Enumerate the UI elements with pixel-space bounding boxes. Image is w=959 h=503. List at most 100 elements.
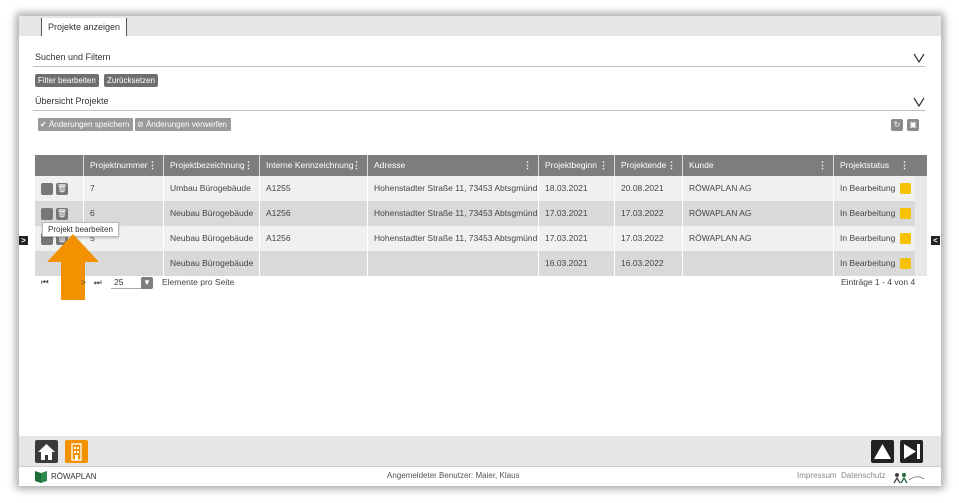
cell-projektbeginn: 16.03.2021 [538,251,614,276]
column-menu-icon[interactable]: ⋮ [148,155,157,176]
tab-bar: Projekte anzeigen [19,16,941,36]
table-row[interactable]: 🗑 5 Neubau Bürogebäude A1256 Hohenstadte… [35,226,915,251]
header-actions [35,155,83,176]
section-overview-title[interactable]: Übersicht Projekte [35,96,109,106]
grid-header: Projektnummer ⋮ Projektbezeichnung ⋮ Inter… [35,155,927,176]
header-kunde[interactable]: Kunde ⋮ [682,155,833,176]
header-interne-kennzeichnung[interactable]: Interne Kennzeichnung ⋮ [259,155,367,176]
skip-forward-icon[interactable] [900,440,923,463]
logged-in-user: Angemeldeter Benutzer: Maier, Klaus [387,471,520,480]
discard-changes-button[interactable]: ⊘ Änderungen verwerfen [135,118,231,131]
status-indicator [900,233,911,244]
header-projektnummer[interactable]: Projektnummer ⋮ [83,155,163,176]
edit-project-button[interactable] [41,208,53,220]
cell-projektstatus: In Bearbeitung [833,201,915,226]
header-projektbezeichnung[interactable]: Projektbezeichnung ⋮ [163,155,259,176]
cell-projektbezeichnung: Neubau Bürogebäude [163,201,259,226]
refresh-icon[interactable]: ↻ [891,119,903,131]
discard-changes-label: Änderungen verwerfen [145,120,227,129]
section-search-title[interactable]: Suchen und Filtern [35,52,111,62]
save-changes-label: Änderungen speichern [48,120,130,129]
entries-count: Einträge 1 - 4 von 4 [841,277,916,287]
cell-projektstatus: In Bearbeitung [833,226,915,251]
status-indicator [900,258,911,269]
header-projektstatus[interactable]: Projektstatus ⋮ [833,155,915,176]
trash-icon[interactable]: 🗑 [56,208,68,220]
cell-projektbeginn: 18.03.2021 [538,176,614,201]
column-menu-icon[interactable]: ⋮ [667,155,676,176]
chevron-down-icon[interactable] [913,96,925,108]
pager-next-icon[interactable]: > [81,277,86,287]
header-projektbeginn[interactable]: Projektbeginn ⋮ [538,155,614,176]
filter-edit-button[interactable]: Filter bearbeiten [35,74,99,87]
column-menu-icon[interactable]: ⋮ [818,155,827,176]
per-page-label: Elemente pro Seite [162,277,235,287]
filter-reset-button[interactable]: Zurücksetzen [104,74,159,87]
home-icon[interactable] [35,440,58,463]
column-menu-icon[interactable]: ⋮ [352,155,361,176]
datenschutz-link[interactable]: Datenschutz [841,471,885,480]
table-row[interactable]: 🗑 6 Neubau Bürogebäude A1256 Hohenstadte… [35,201,915,226]
cell-kunde: RÖWAPLAN AG [682,226,833,251]
cell-interne-kennzeichnung [259,251,367,276]
cell-projektbezeichnung: Neubau Bürogebäude [163,226,259,251]
column-menu-icon[interactable]: ⋮ [900,155,909,176]
main-content: Suchen und Filtern Filter bearbeiten Zur… [19,36,941,436]
grid-scrollbar[interactable] [915,176,927,276]
table-row[interactable]: 🗑 7 Umbau Bürogebäude A1255 Hohenstadter… [35,176,915,201]
header-projektende[interactable]: Projektende ⋮ [614,155,682,176]
tab-projekte-anzeigen[interactable]: Projekte anzeigen [41,18,128,36]
cell-kunde: RÖWAPLAN AG [682,176,833,201]
cell-projektstatus: In Bearbeitung [833,251,915,276]
check-icon: ✔ [40,120,47,129]
team-logo-icon [893,473,925,484]
column-menu-icon[interactable]: ⋮ [599,155,608,176]
status-indicator [900,208,911,219]
cell-adresse [367,251,538,276]
pager-last-icon[interactable]: ⏭ [94,277,102,288]
cell-interne-kennzeichnung: A1256 [259,226,367,251]
pager-first-icon[interactable]: ⏮ [41,277,49,288]
save-changes-button[interactable]: ✔ Änderungen speichern [38,118,134,131]
cell-adresse: Hohenstadter Straße 11, 73453 Abtsgmünd [367,226,538,251]
edit-project-button[interactable] [41,183,53,195]
export-icon[interactable]: ▣ [907,119,919,131]
column-menu-icon[interactable]: ⋮ [244,155,253,176]
header-adresse[interactable]: Adresse ⋮ [367,155,538,176]
cell-adresse: Hohenstadter Straße 11, 73453 Abtsgmünd [367,201,538,226]
cell-projektbeginn: 17.03.2021 [538,201,614,226]
cell-projektbeginn: 17.03.2021 [538,226,614,251]
status-bar: RÖWAPLAN Angemeldeter Benutzer: Maier, K… [19,466,941,486]
app-window: Projekte anzeigen Suchen und Filtern Fil… [19,16,941,486]
section-divider [33,66,925,67]
impressum-link[interactable]: Impressum [797,471,837,480]
cell-projektende: 16.03.2022 [614,251,682,276]
cell-kunde [682,251,833,276]
cell-projektende: 20.08.2021 [614,176,682,201]
page-size-select[interactable]: 25 [111,276,143,289]
trash-icon[interactable]: 🗑 [56,183,68,195]
cell-kunde: RÖWAPLAN AG [682,201,833,226]
cell-projektbezeichnung: Neubau Bürogebäude [163,251,259,276]
chevron-down-icon[interactable] [913,52,925,64]
expand-right-panel-icon[interactable]: < [931,236,940,245]
building-icon[interactable] [65,440,88,463]
expand-left-panel-icon[interactable]: > [19,236,28,245]
cell-projektstatus: In Bearbeitung [833,176,915,201]
chevron-down-icon[interactable]: ▼ [141,277,153,289]
triangle-up-icon[interactable] [871,440,894,463]
cell-interne-kennzeichnung: A1255 [259,176,367,201]
orange-arrow-icon [47,234,99,300]
cell-projektbezeichnung: Umbau Bürogebäude [163,176,259,201]
cancel-circle-icon: ⊘ [137,120,144,129]
brand-name: RÖWAPLAN [51,472,97,481]
cell-interne-kennzeichnung: A1256 [259,201,367,226]
section-divider [33,110,925,111]
table-row[interactable]: Neubau Bürogebäude 16.03.2021 16.03.2022… [35,251,915,276]
brand-logo-icon [35,471,47,483]
footer-action-bar [19,436,941,466]
status-indicator [900,183,911,194]
cell-projektende: 17.03.2022 [614,226,682,251]
column-menu-icon[interactable]: ⋮ [523,155,532,176]
cell-adresse: Hohenstadter Straße 11, 73453 Abtsgmünd [367,176,538,201]
